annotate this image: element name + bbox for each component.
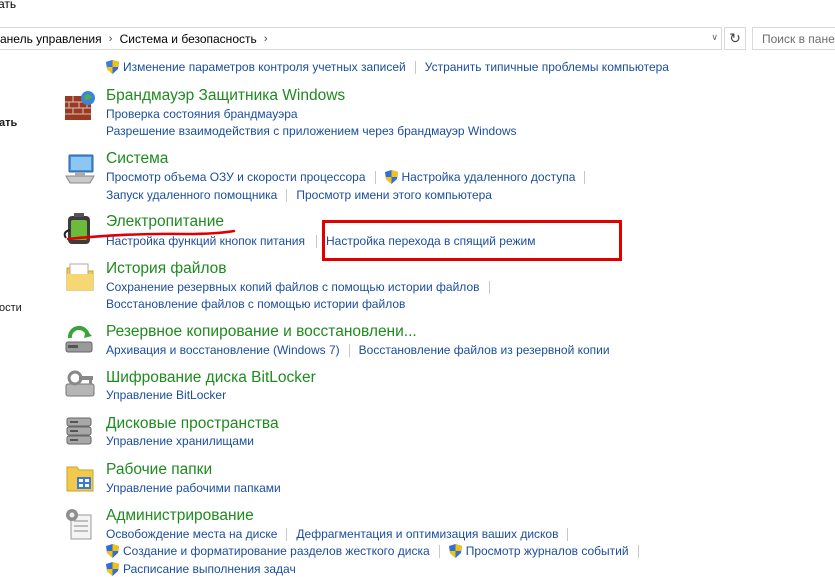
uac-shield-icon — [448, 544, 462, 558]
separator — [374, 170, 376, 184]
troubleshoot-link[interactable]: Устранить типичные проблемы компьютера — [425, 60, 669, 74]
work-folders-manage-link[interactable]: Управление рабочими папками — [106, 481, 281, 495]
address-bar[interactable]: анель управления › Система и безопасност… — [0, 27, 722, 50]
admin-tools-icon — [66, 509, 92, 540]
separator — [286, 188, 288, 202]
separator — [316, 234, 318, 248]
breadcrumb-system-security[interactable]: Система и безопасность — [120, 32, 257, 46]
bitlocker-icon — [65, 370, 95, 397]
remote-assistance-link[interactable]: Запуск удаленного помощника — [106, 188, 277, 202]
storage-spaces-title[interactable]: Дисковые пространства — [106, 415, 279, 433]
backup-win7-link[interactable]: Архивация и восстановление (Windows 7) — [106, 343, 340, 357]
left-nav-item[interactable]: ать — [0, 117, 17, 129]
storage-manage-link[interactable]: Управление хранилищами — [106, 434, 254, 448]
search-input[interactable]: Поиск в пане — [752, 27, 835, 50]
top-links-row: Изменение параметров контроля учетных за… — [106, 60, 669, 74]
annotation-highlight-box — [322, 220, 622, 261]
address-dropdown-icon[interactable]: ∨ — [711, 32, 718, 43]
file-history-icon — [66, 263, 94, 291]
disk-partitions-link[interactable]: Создание и форматирование разделов жестк… — [123, 544, 430, 558]
separator — [637, 544, 639, 558]
system-icon — [65, 154, 95, 184]
left-nav-item[interactable]: ости — [0, 302, 22, 314]
refresh-icon: ↻ — [729, 30, 741, 46]
refresh-button[interactable]: ↻ — [724, 27, 746, 50]
defrag-link[interactable]: Дефрагментация и оптимизация ваших диско… — [296, 527, 558, 541]
uac-settings-link[interactable]: Изменение параметров контроля учетных за… — [123, 60, 406, 74]
event-logs-link[interactable]: Просмотр журналов событий — [466, 544, 629, 558]
restore-files-link[interactable]: Восстановление файлов из резервной копии — [359, 343, 610, 357]
uac-shield-icon — [106, 60, 119, 74]
separator — [584, 170, 586, 184]
bitlocker-manage-link[interactable]: Управление BitLocker — [106, 388, 226, 402]
uac-shield-icon — [106, 562, 119, 576]
work-folders-icon — [66, 466, 94, 492]
uac-shield-icon — [106, 544, 119, 558]
backup-title[interactable]: Резервное копирование и восстановлени... — [106, 323, 417, 341]
power-buttons-link[interactable]: Настройка функций кнопок питания — [106, 234, 305, 248]
separator — [488, 280, 490, 294]
backup-restore-icon — [65, 326, 93, 353]
task-scheduler-link[interactable]: Расписание выполнения задач — [123, 562, 296, 576]
separator — [438, 544, 440, 558]
admin-title[interactable]: Администрирование — [106, 507, 254, 525]
separator — [286, 527, 288, 541]
breadcrumb-chevron-icon[interactable]: › — [102, 33, 120, 45]
firewall-status-link[interactable]: Проверка состояния брандмауэра — [106, 107, 298, 121]
work-folders-title[interactable]: Рабочие папки — [106, 461, 212, 479]
firewall-icon — [65, 91, 95, 120]
breadcrumb-control-panel[interactable]: анель управления — [0, 32, 102, 46]
separator — [414, 60, 416, 74]
disk-cleanup-link[interactable]: Освобождение места на диске — [106, 527, 277, 541]
uac-shield-icon — [384, 170, 398, 184]
system-title[interactable]: Система — [106, 150, 168, 168]
firewall-title[interactable]: Брандмауэр Защитника Windows — [106, 87, 345, 105]
file-history-title[interactable]: История файлов — [106, 260, 227, 278]
file-history-backup-link[interactable]: Сохранение резервных копий файлов с помо… — [106, 280, 480, 294]
computer-name-link[interactable]: Просмотр имени этого компьютера — [296, 188, 492, 202]
separator — [567, 527, 569, 541]
breadcrumb-chevron-icon[interactable]: › — [257, 33, 275, 45]
remote-access-link[interactable]: Настройка удаленного доступа — [402, 170, 576, 184]
separator — [348, 343, 350, 357]
window-title-fragment: ать — [0, 0, 17, 11]
storage-spaces-icon — [66, 417, 92, 445]
firewall-allow-app-link[interactable]: Разрешение взаимодействия с приложением … — [106, 124, 517, 138]
file-history-restore-link[interactable]: Восстановление файлов с помощью истории … — [106, 297, 405, 311]
bitlocker-title[interactable]: Шифрование диска BitLocker — [106, 369, 316, 387]
ram-cpu-link[interactable]: Просмотр объема ОЗУ и скорости процессор… — [106, 170, 366, 184]
